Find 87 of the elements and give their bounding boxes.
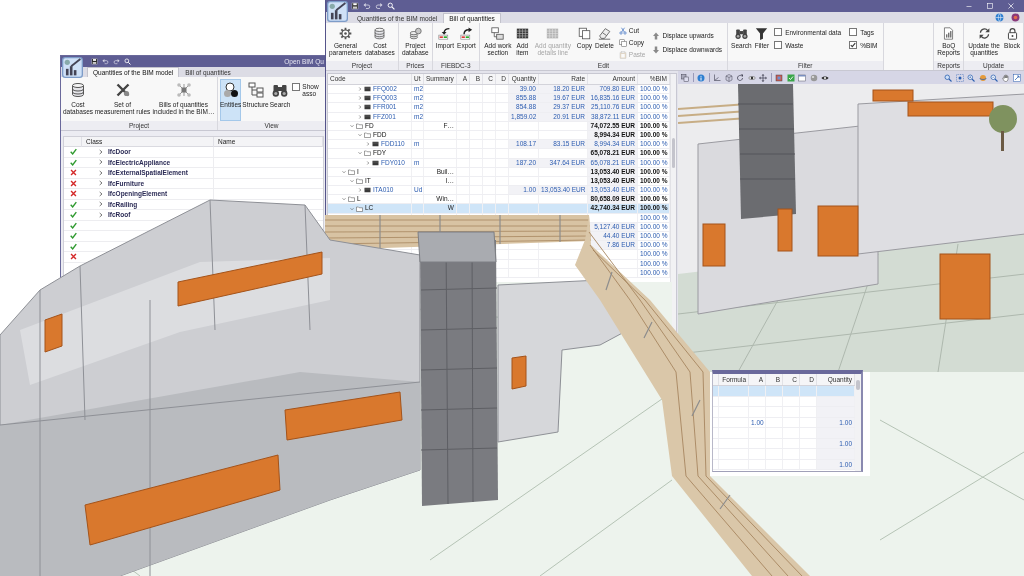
- copy-icon: [577, 27, 591, 40]
- database-icon: [373, 27, 387, 40]
- linked-boxes-icon: [491, 27, 505, 40]
- item-icon: [364, 187, 371, 194]
- app-logo-icon[interactable]: [327, 1, 348, 22]
- chevron-right-icon[interactable]: [99, 211, 103, 218]
- checkbox[interactable]: [292, 83, 301, 91]
- tree-diagram-icon: [247, 82, 264, 98]
- checkbox[interactable]: [849, 28, 858, 36]
- coins-icon: [408, 27, 422, 40]
- item-icon: [364, 113, 371, 120]
- copy-icon: [618, 39, 627, 47]
- expand-icon[interactable]: [1013, 73, 1021, 82]
- zoom-in-icon[interactable]: [967, 73, 975, 82]
- round-badge-icon[interactable]: [1011, 13, 1020, 22]
- chevron-right-icon[interactable]: [358, 86, 362, 93]
- info-icon[interactable]: [697, 73, 705, 82]
- zoom-out-icon[interactable]: [990, 73, 998, 82]
- chevron-right-icon[interactable]: [358, 113, 362, 120]
- crossed-tools-icon: [114, 82, 131, 98]
- chevron-right-icon[interactable]: [99, 190, 103, 197]
- item-icon: [364, 95, 371, 102]
- undo-icon[interactable]: [363, 2, 371, 10]
- gear-icon: [338, 27, 352, 40]
- rotate-icon[interactable]: [736, 73, 744, 82]
- grid-icon: [546, 27, 560, 40]
- close-icon[interactable]: [1007, 2, 1015, 10]
- checkmark-icon: [850, 42, 857, 48]
- checkbox[interactable]: [849, 41, 858, 49]
- database-icon: [70, 82, 86, 98]
- item-icon: [364, 104, 371, 111]
- window-icon[interactable]: [798, 73, 806, 82]
- box-icon[interactable]: [775, 73, 783, 82]
- search-icon[interactable]: [124, 58, 131, 65]
- funnel-icon: [755, 27, 769, 40]
- chevron-right-icon[interactable]: [358, 104, 362, 111]
- sphere-ring-icon[interactable]: [978, 73, 987, 82]
- save-icon[interactable]: [351, 2, 359, 10]
- item-icon: [372, 141, 379, 148]
- chevron-right-icon[interactable]: [358, 187, 362, 194]
- move-arrows-icon[interactable]: [759, 73, 767, 82]
- door: [511, 355, 527, 390]
- chevron-right-icon[interactable]: [99, 169, 103, 176]
- curved-arrow-icon: [438, 27, 452, 40]
- redo-icon[interactable]: [113, 58, 120, 65]
- sphere-icon[interactable]: [809, 73, 818, 82]
- node-network-icon: [175, 82, 192, 98]
- redo-icon[interactable]: [375, 2, 383, 10]
- checked-square-icon[interactable]: [786, 73, 795, 82]
- search-icon[interactable]: [387, 2, 395, 10]
- cube-icon[interactable]: [724, 73, 733, 82]
- axes-icon[interactable]: [713, 73, 721, 82]
- eraser-icon: [597, 27, 611, 40]
- item-icon: [364, 86, 371, 93]
- grid-icon: [515, 27, 529, 40]
- maximize-icon[interactable]: [986, 2, 994, 10]
- chevron-right-icon[interactable]: [366, 159, 370, 166]
- eye-icon[interactable]: [747, 73, 756, 82]
- padlock-icon: [1005, 27, 1019, 40]
- layers-icon[interactable]: [681, 73, 689, 82]
- chevron-right-icon[interactable]: [99, 159, 103, 166]
- binoculars-icon: [734, 27, 748, 40]
- up-arrow-icon: [652, 31, 661, 40]
- scrollbar-thumb[interactable]: [856, 380, 860, 390]
- hand-icon[interactable]: [1001, 73, 1010, 82]
- magnifier-icon[interactable]: [944, 73, 952, 82]
- clipboard-icon: [618, 51, 627, 59]
- undo-icon[interactable]: [102, 58, 109, 65]
- report-chart-icon: [942, 27, 956, 40]
- globe-icon[interactable]: [995, 13, 1004, 22]
- checkbox[interactable]: [774, 41, 783, 49]
- chevron-right-icon[interactable]: [358, 95, 362, 102]
- sync-arrows-icon: [977, 27, 991, 40]
- chevron-right-icon[interactable]: [366, 141, 370, 148]
- chevron-right-icon[interactable]: [99, 201, 103, 208]
- binoculars-icon: [272, 82, 288, 98]
- curved-arrow-icon: [459, 27, 473, 40]
- item-icon: [372, 159, 379, 166]
- dashed-frame-icon[interactable]: [955, 73, 964, 82]
- circles-icon: [222, 82, 239, 98]
- app-logo-icon[interactable]: [62, 57, 83, 78]
- scissors-icon: [618, 27, 627, 35]
- save-icon[interactable]: [91, 58, 98, 65]
- checkbox[interactable]: [774, 28, 783, 36]
- down-arrow-icon: [652, 46, 661, 55]
- chevron-right-icon[interactable]: [99, 148, 103, 155]
- chevron-right-icon[interactable]: [99, 180, 103, 187]
